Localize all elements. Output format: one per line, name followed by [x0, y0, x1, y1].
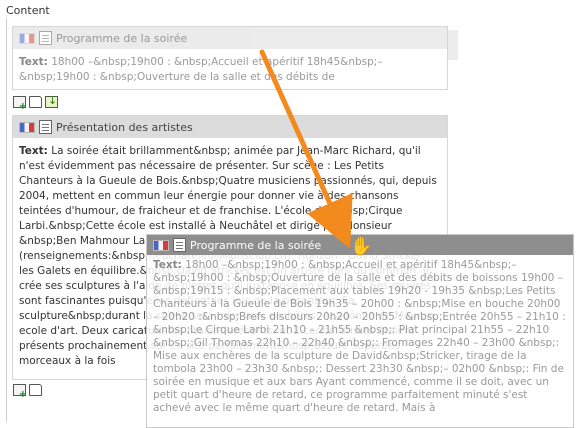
drag-arrow-icon [259, 49, 353, 249]
hand-cursor-icon: ✋ [350, 236, 373, 257]
